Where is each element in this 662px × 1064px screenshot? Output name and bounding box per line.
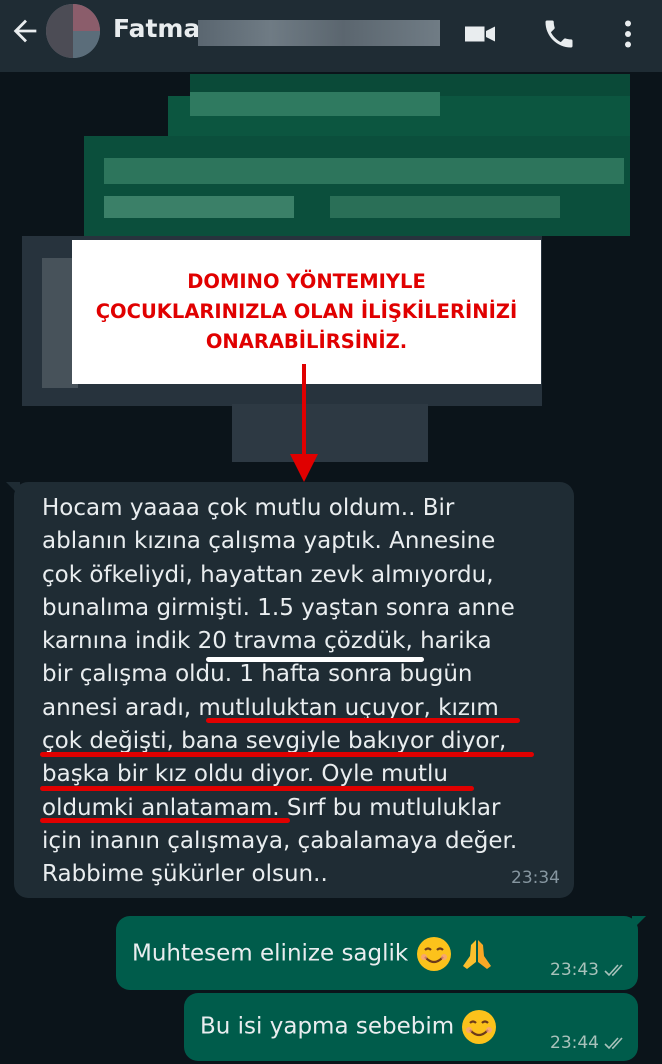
outgoing-message-text: Muhtesem elinize saglik [132, 940, 409, 967]
annotation-arrow-icon [290, 364, 318, 482]
video-call-icon[interactable] [462, 16, 498, 52]
avatar[interactable] [46, 4, 100, 58]
message-timestamp: 23:34 [511, 868, 560, 888]
outgoing-message-bubble[interactable]: Muhtesem elinize saglik 23:43 [116, 916, 646, 990]
red-underline-3 [40, 786, 474, 791]
annotation-line-1: DOMINO YÖNTEMIYLE [187, 270, 426, 293]
incoming-message-bubble[interactable]: Hocam yaaaa çok mutlu oldum.. Bir ablanı… [6, 482, 574, 898]
redacted-name-blur [198, 20, 440, 46]
message-timestamp: 23:44 [550, 1033, 599, 1053]
red-underline-1 [206, 718, 520, 723]
incoming-message-text: Hocam yaaaa çok mutlu oldum.. Bir ablanı… [42, 495, 518, 888]
read-double-check-icon [604, 1037, 623, 1050]
outgoing-message-text: Bu isi yapma sebebim [200, 1013, 455, 1040]
outgoing-message-bubble[interactable]: Bu isi yapma sebebim 23:44 [184, 993, 638, 1061]
white-underline [206, 657, 424, 662]
annotation-line-2: ÇOCUKLARINIZLA OLAN İLİŞKİLERİNİZİ [95, 300, 518, 323]
more-options-icon[interactable] [610, 16, 646, 52]
praying-hands-icon [462, 940, 491, 969]
read-double-check-icon [604, 964, 623, 977]
smiling-face-icon [462, 1010, 497, 1044]
phone-call-icon[interactable] [541, 16, 577, 52]
smiling-face-icon [416, 937, 451, 971]
message-timestamp: 23:43 [550, 960, 599, 980]
back-arrow-icon[interactable] [8, 14, 42, 48]
annotation-line-3: ONARABİLİRSİNİZ. [205, 330, 408, 353]
chat-header: Fatma [0, 0, 662, 72]
red-underline-4 [40, 818, 290, 823]
annotation-box: DOMINO YÖNTEMIYLE ÇOCUKLARINIZLA OLAN İL… [72, 240, 541, 384]
contact-name[interactable]: Fatma [113, 14, 200, 43]
red-underline-2 [40, 752, 534, 757]
